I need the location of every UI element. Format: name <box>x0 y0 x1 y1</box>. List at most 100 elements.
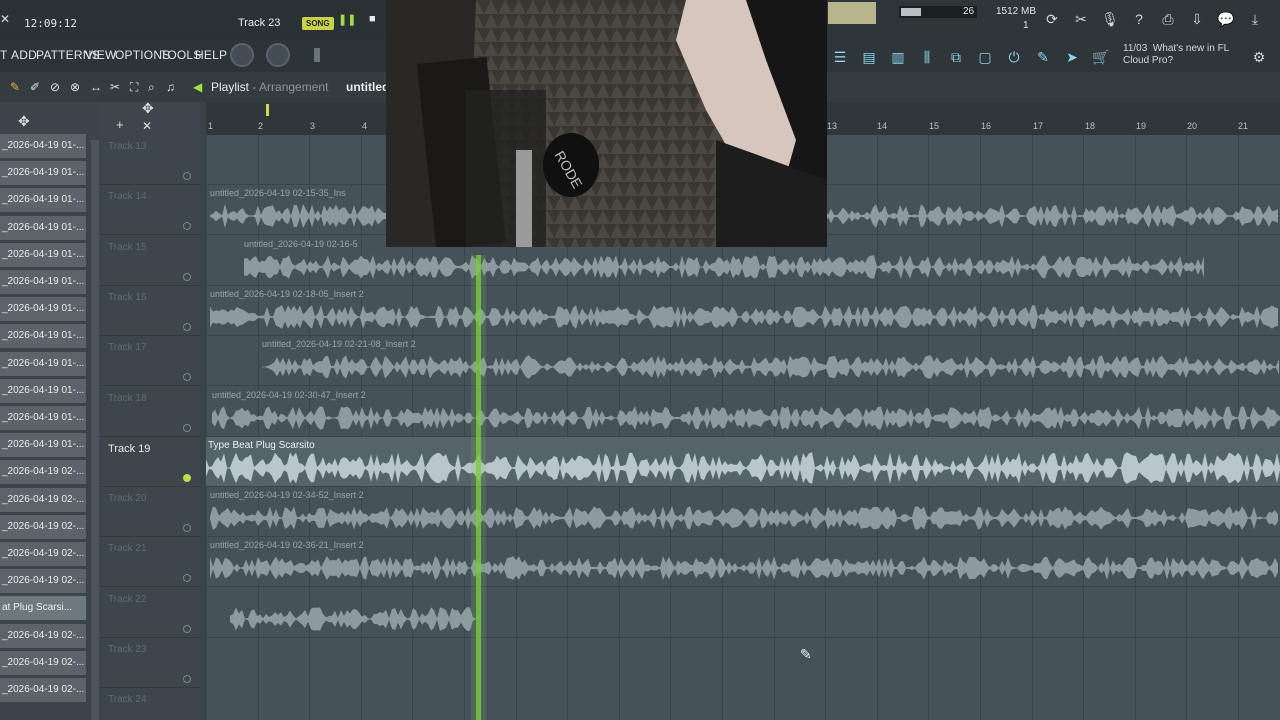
routing-icon[interactable]: ⧉ <box>945 46 967 68</box>
chat-icon[interactable]: 💬 <box>1215 8 1237 30</box>
menu-help[interactable]: HELP <box>195 48 227 62</box>
clip-label[interactable]: untitled_2026-04-19 02-16-5 <box>244 239 358 249</box>
tempo-slider[interactable] <box>314 48 320 62</box>
track-header[interactable]: Track 18 <box>100 387 200 437</box>
track-header[interactable]: Track 21 <box>100 537 200 588</box>
clip-label[interactable]: untitled_2026-04-19 02-30-47_Insert 2 <box>212 390 366 400</box>
track-enable-icon[interactable] <box>183 624 191 633</box>
mute-tool-icon[interactable]: ⊗ <box>70 80 80 94</box>
track-enable-icon[interactable] <box>183 373 191 382</box>
track-move-icon[interactable]: ✥ <box>142 100 154 117</box>
channel-rack-icon[interactable]: ▥ <box>887 46 909 68</box>
picker-item[interactable]: _2026-04-19 02-... <box>0 650 86 676</box>
track-enable-icon[interactable] <box>183 222 191 231</box>
cut-icon[interactable]: ✂ <box>1070 8 1092 30</box>
menu-file[interactable]: T <box>0 48 8 62</box>
picker-move-icon[interactable]: ✥ <box>18 113 30 130</box>
paint-tool-icon[interactable]: ✐ <box>30 80 40 94</box>
picker-item[interactable]: _2026-04-19 02-... <box>0 542 86 567</box>
menu-add[interactable]: ADD <box>11 48 37 62</box>
picker-item[interactable]: _2026-04-19 01-... <box>0 188 86 214</box>
select-tool-icon[interactable]: ⛶ <box>130 80 138 95</box>
track-enable-icon[interactable] <box>183 524 191 533</box>
clip-label[interactable]: untitled_2026-04-19 02-15-35_Ins <box>210 188 346 198</box>
clip-label[interactable]: untitled_2026-04-19 02-34-52_Insert 2 <box>210 490 364 500</box>
picker-item[interactable]: _2026-04-19 02-... <box>0 678 86 703</box>
track-enable-icon[interactable] <box>183 675 191 683</box>
picker-item[interactable]: _2026-04-19 01-... <box>0 134 86 159</box>
playback-tool-icon[interactable]: ♫ <box>166 80 175 94</box>
track-header[interactable]: Track 15 <box>100 236 200 286</box>
download-icon[interactable]: ⤓ <box>1244 8 1266 30</box>
track-header[interactable]: Track 17 <box>100 336 200 387</box>
track-enable-icon[interactable] <box>183 172 191 180</box>
clip-label[interactable]: Type Beat Plug Scarsito <box>208 440 315 451</box>
picker-item[interactable]: _2026-04-19 01-... <box>0 433 86 459</box>
track-header[interactable]: Track 19 <box>100 437 200 487</box>
master-volume-knob[interactable] <box>230 43 254 67</box>
picker-item[interactable]: _2026-04-19 02-... <box>0 487 86 513</box>
delete-tool-icon[interactable]: ⊘ <box>50 80 60 94</box>
stop-button[interactable]: ■ <box>369 13 376 25</box>
track-header[interactable]: Track 14 <box>100 185 200 236</box>
draw-tool-icon[interactable]: ✎ <box>10 80 20 94</box>
track-header[interactable]: Track 23 <box>100 638 200 688</box>
track-enable-icon[interactable] <box>183 272 191 281</box>
mixer-icon[interactable]: ⫼ <box>916 46 938 68</box>
track-header[interactable]: Track 16 <box>100 286 200 336</box>
track-enable-icon[interactable] <box>183 423 191 432</box>
clip-label[interactable]: untitled_2026-04-19 02-36-21_Insert 2 <box>210 540 364 550</box>
help-icon[interactable]: ? <box>1128 8 1150 30</box>
send-icon[interactable]: ➤ <box>1061 46 1083 68</box>
close-icon[interactable]: ✕ <box>0 12 10 26</box>
picker-item[interactable]: _2026-04-19 01-... <box>0 378 86 404</box>
picker-item[interactable]: _2026-04-19 01-... <box>0 270 86 295</box>
news-panel[interactable]: 11/03 What's new in FL Cloud Pro? <box>1123 43 1229 67</box>
playhead[interactable] <box>476 255 481 720</box>
picker-item[interactable]: _2026-04-19 01-... <box>0 161 86 187</box>
song-mode-toggle[interactable]: SONG <box>302 17 334 30</box>
master-pitch-knob[interactable] <box>266 43 290 67</box>
microphone-icon[interactable]: 🎙 <box>1099 8 1121 30</box>
picker-item[interactable]: at Plug Scarsi... <box>0 596 86 622</box>
picker-item[interactable]: _2026-04-19 01-... <box>0 324 86 350</box>
account-icon[interactable]: ⚙ <box>1248 46 1270 68</box>
export-icon[interactable]: ⇩ <box>1186 8 1208 30</box>
track-header[interactable]: Track 13 <box>100 135 200 185</box>
clip-label[interactable]: untitled_2026-04-19 02-18-05_Insert 2 <box>210 289 364 299</box>
menu-view[interactable]: VIEW <box>85 48 116 62</box>
picker-item[interactable]: _2026-04-19 01-... <box>0 297 86 323</box>
refresh-icon[interactable]: ⟳ <box>1041 8 1063 30</box>
plugin-icon[interactable]: ⏻ <box>1003 46 1025 68</box>
cart-icon[interactable]: 🛒 <box>1090 46 1112 68</box>
pause-button[interactable]: ❚❚ <box>338 13 356 27</box>
slip-tool-icon[interactable]: ↔ <box>90 80 102 94</box>
tools-icon[interactable]: ✎ <box>1032 46 1054 68</box>
track-enable-icon[interactable] <box>183 322 191 331</box>
playlist-window-icon[interactable]: ☰ <box>829 46 851 68</box>
track-header[interactable]: Track 24 <box>100 688 200 720</box>
browser-icon[interactable]: ▢ <box>974 46 996 68</box>
picker-item[interactable]: _2026-04-19 02-... <box>0 569 86 595</box>
track-header[interactable]: Track 22 <box>100 588 200 638</box>
picker-item[interactable]: _2026-04-19 02-... <box>0 514 86 540</box>
remove-track-icon[interactable]: ✕ <box>142 119 152 133</box>
slice-tool-icon[interactable]: ✂ <box>110 80 120 94</box>
picker-item[interactable]: _2026-04-19 01-... <box>0 242 86 268</box>
save-icon[interactable]: ⎙ <box>1157 8 1179 30</box>
clip-label[interactable]: untitled_2026-04-19 02-21-08_Insert 2 <box>262 339 416 349</box>
picker-scrollbar[interactable] <box>91 140 99 720</box>
speaker-icon[interactable]: ◀ <box>193 80 202 94</box>
loop-start-marker[interactable] <box>266 104 269 116</box>
zoom-tool-icon[interactable]: ⌕ <box>148 80 155 95</box>
picker-item[interactable]: _2026-04-19 02-... <box>0 460 86 486</box>
track-header[interactable]: Track 20 <box>100 487 200 538</box>
picker-item[interactable]: _2026-04-19 01-... <box>0 215 86 241</box>
track-enable-icon[interactable] <box>183 473 191 482</box>
picker-item[interactable]: _2026-04-19 02-... <box>0 623 86 649</box>
add-track-icon[interactable]: + <box>116 117 124 132</box>
track-enable-icon[interactable] <box>183 574 191 583</box>
piano-roll-icon[interactable]: ▤ <box>858 46 880 68</box>
picker-item[interactable]: _2026-04-19 01-... <box>0 406 86 431</box>
picker-item[interactable]: _2026-04-19 01-... <box>0 351 86 377</box>
